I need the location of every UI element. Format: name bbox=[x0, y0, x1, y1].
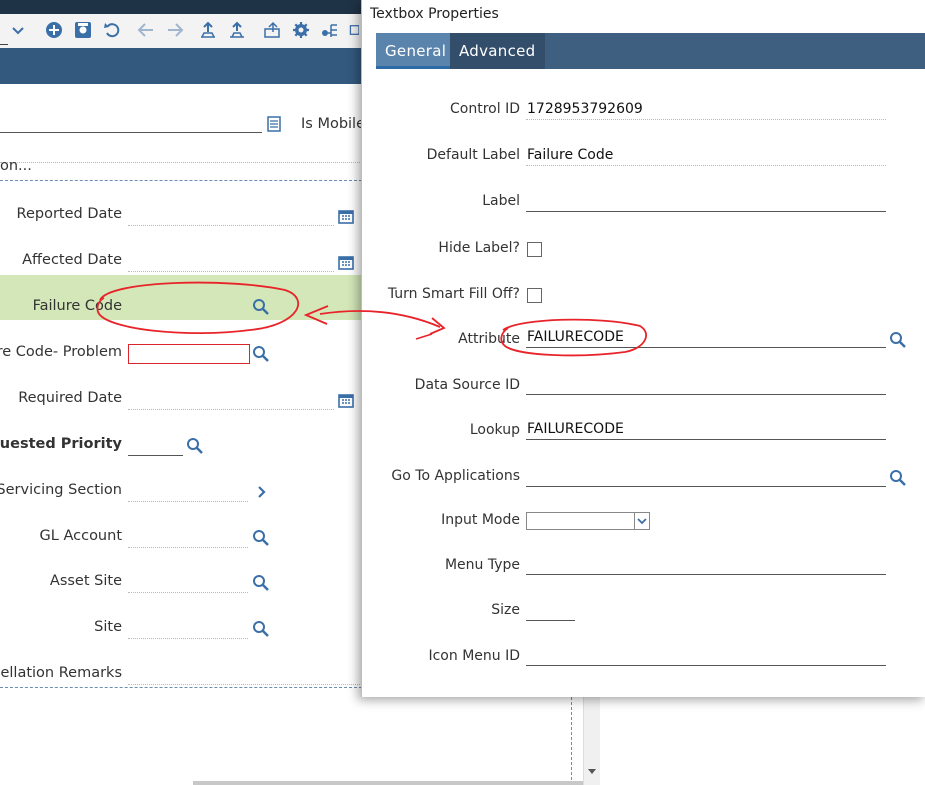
label-input[interactable] bbox=[526, 211, 886, 212]
lookup-value[interactable]: FAILURECODE bbox=[527, 421, 624, 437]
size-label: Size bbox=[491, 602, 520, 618]
back-arrow-icon[interactable] bbox=[134, 18, 158, 42]
requested-priority-label: quested Priority bbox=[0, 436, 122, 452]
control-id-value: 1728953792609 bbox=[527, 101, 643, 117]
route-icon[interactable] bbox=[225, 18, 249, 42]
is-mobile-label: Is Mobile bbox=[301, 116, 366, 132]
menu-type-label: Menu Type bbox=[444, 557, 520, 573]
smart-fill-label: Turn Smart Fill Off? bbox=[387, 286, 520, 302]
data-source-id-input[interactable] bbox=[526, 394, 886, 395]
description-text: on... bbox=[0, 158, 32, 174]
search-icon[interactable] bbox=[888, 468, 908, 488]
textbox-properties-dialog: Textbox Properties General Advanced Cont… bbox=[361, 0, 925, 697]
required-date-field[interactable] bbox=[128, 409, 334, 410]
search-icon[interactable] bbox=[185, 436, 205, 456]
site-label: Site bbox=[94, 619, 122, 635]
move-icon[interactable] bbox=[260, 18, 284, 42]
lookup-label: Lookup bbox=[469, 422, 520, 438]
gl-account-field[interactable] bbox=[128, 547, 248, 548]
servicing-section-field[interactable] bbox=[128, 501, 248, 502]
data-source-id-label: Data Source ID bbox=[414, 377, 520, 393]
calendar-icon[interactable] bbox=[336, 390, 356, 410]
section-border-right bbox=[571, 697, 572, 785]
hide-label-checkbox[interactable] bbox=[527, 242, 542, 257]
search-icon[interactable] bbox=[251, 297, 271, 317]
partial-toolbar-icon[interactable] bbox=[347, 18, 359, 42]
icon-menu-id-input[interactable] bbox=[526, 665, 886, 666]
affected-date-label: Affected Date bbox=[22, 252, 122, 268]
hierarchy-icon[interactable] bbox=[318, 18, 342, 42]
size-input[interactable] bbox=[526, 620, 575, 621]
add-icon[interactable] bbox=[42, 18, 66, 42]
attribute-label: Attribute bbox=[458, 331, 520, 347]
selection-border-bottom bbox=[0, 687, 362, 688]
vertical-scrollbar[interactable] bbox=[583, 697, 600, 785]
calendar-list-icon[interactable] bbox=[264, 114, 284, 134]
asset-site-field[interactable] bbox=[128, 592, 248, 593]
label-label: Label bbox=[482, 193, 520, 209]
control-id-field bbox=[526, 119, 886, 120]
cancellation-remarks-label: ellation Remarks bbox=[0, 665, 122, 681]
gear-icon[interactable] bbox=[289, 18, 313, 42]
control-id-label: Control ID bbox=[450, 101, 520, 117]
smart-fill-checkbox[interactable] bbox=[527, 288, 542, 303]
upload-icon[interactable] bbox=[196, 18, 220, 42]
failure-code-problem-input[interactable] bbox=[128, 344, 250, 364]
default-label-field bbox=[526, 165, 886, 166]
selection-border-top bbox=[0, 180, 362, 181]
attribute-value[interactable]: FAILURECODE bbox=[527, 329, 624, 345]
requested-priority-field[interactable] bbox=[128, 455, 183, 456]
horizontal-scrollbar[interactable] bbox=[193, 781, 583, 785]
search-icon[interactable] bbox=[251, 573, 271, 593]
input-mode-select[interactable] bbox=[526, 512, 650, 530]
lookup-input[interactable] bbox=[526, 439, 886, 440]
tab-advanced[interactable]: Advanced bbox=[450, 33, 545, 69]
servicing-section-label: Servicing Section bbox=[0, 482, 122, 498]
search-icon[interactable] bbox=[251, 619, 271, 639]
top-field-line[interactable] bbox=[0, 132, 262, 133]
go-to-applications-label: Go To Applications bbox=[391, 468, 520, 484]
go-to-applications-input[interactable] bbox=[526, 486, 886, 487]
chevron-down-icon[interactable] bbox=[6, 18, 30, 42]
icon-menu-id-label: Icon Menu ID bbox=[428, 648, 520, 664]
calendar-icon[interactable] bbox=[336, 252, 356, 272]
affected-date-field[interactable] bbox=[128, 271, 334, 272]
dialog-title: Textbox Properties bbox=[370, 6, 499, 22]
search-icon[interactable] bbox=[251, 344, 271, 364]
default-label-value: Failure Code bbox=[527, 147, 614, 163]
cancellation-remarks-field[interactable] bbox=[128, 684, 362, 685]
input-mode-label: Input Mode bbox=[441, 512, 520, 528]
forward-arrow-icon[interactable] bbox=[163, 18, 187, 42]
undo-icon[interactable] bbox=[100, 18, 124, 42]
search-icon[interactable] bbox=[251, 528, 271, 548]
chevron-down-icon[interactable] bbox=[634, 513, 649, 529]
dialog-tabbar: General Advanced bbox=[376, 33, 925, 69]
default-label-label: Default Label bbox=[426, 147, 520, 163]
required-date-label: Required Date bbox=[18, 390, 122, 406]
menu-type-input[interactable] bbox=[526, 574, 886, 575]
failure-code-problem-label: re Code- Problem bbox=[0, 344, 122, 360]
gl-account-label: GL Account bbox=[39, 528, 122, 544]
calendar-icon[interactable] bbox=[336, 206, 356, 226]
reported-date-field[interactable] bbox=[128, 225, 334, 226]
failure-code-label: Failure Code bbox=[32, 298, 122, 314]
hide-label-label: Hide Label? bbox=[438, 240, 520, 256]
search-icon[interactable] bbox=[888, 330, 908, 350]
reported-date-label: Reported Date bbox=[16, 206, 122, 222]
tab-general[interactable]: General bbox=[376, 33, 456, 69]
description-line bbox=[0, 162, 362, 163]
site-field[interactable] bbox=[128, 638, 248, 639]
attribute-input[interactable] bbox=[526, 347, 886, 348]
save-icon[interactable] bbox=[71, 18, 95, 42]
asset-site-label: Asset Site bbox=[49, 573, 122, 589]
chevron-right-icon[interactable] bbox=[251, 482, 271, 502]
toolbar-field-underline bbox=[0, 44, 8, 45]
